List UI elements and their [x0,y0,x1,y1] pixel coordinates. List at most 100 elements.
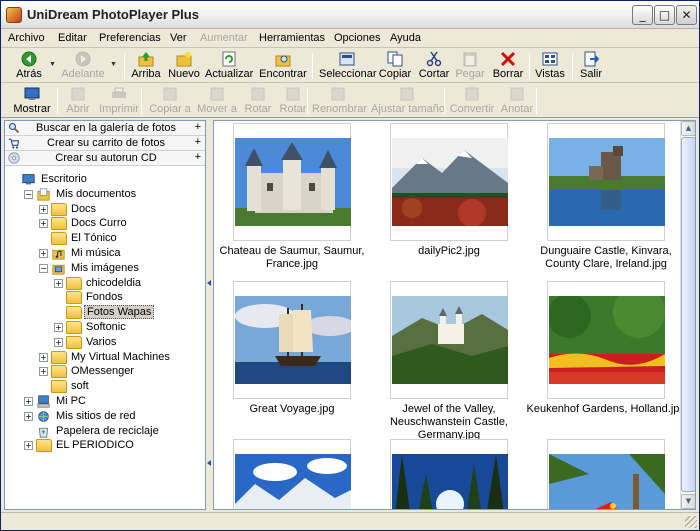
tree-node-mi-pc[interactable]: + Mi PC [5,394,205,409]
photo-thumbnail[interactable] [390,439,508,509]
renombrar-button[interactable]: Renombrar [312,85,367,117]
photo-caption[interactable]: Jewel of the Valley, Neuschwanstein Cast… [369,403,529,442]
minimize-button[interactable]: _ [632,5,653,25]
mostrar-button[interactable]: Mostrar [9,85,55,117]
photo-caption[interactable]: dailyPic2.jpg [369,245,529,258]
anotar-button[interactable]: Anotar [499,85,535,117]
expand-plus-icon[interactable]: + [195,136,201,148]
menu-herramientas[interactable]: Herramientas [259,32,325,44]
title-bar[interactable]: UniDream PhotoPlayer Plus _ □ ✕ [1,1,699,29]
tree-node-docs[interactable]: + Docs [5,202,205,217]
mover-a-button[interactable]: Mover a [196,85,238,117]
pegar-button[interactable]: Pegar [454,50,486,82]
photo-thumbnail[interactable] [547,123,665,241]
dropdown-arrow-icon[interactable]: ▼ [110,61,117,68]
photo-caption[interactable]: Dunguaire Castle, Kinvara, County Clare,… [526,245,686,271]
pane-splitter[interactable] [206,120,212,510]
close-button[interactable]: ✕ [676,5,697,25]
expand-icon[interactable]: + [39,249,48,258]
borrar-button[interactable]: Borrar [491,50,525,82]
expand-icon[interactable]: + [54,278,63,288]
expand-icon[interactable]: + [39,219,48,229]
photo-thumbnail[interactable] [233,439,351,509]
expand-icon[interactable]: + [24,397,33,406]
collapse-left-arrow-icon[interactable] [207,280,211,286]
tree-node-mis-documentos[interactable]: − Mis documentos [5,187,205,202]
photo-thumbnail[interactable] [547,281,665,399]
tree-node-mis-sitios-de-red[interactable]: + Mis sitios de red [5,409,205,424]
convertir-button[interactable]: Convertir [449,85,495,117]
actualizar-button[interactable]: Actualizar [205,50,253,82]
arriba-button[interactable]: Arriba [129,50,163,82]
menu-editar[interactable]: Editar [58,32,87,44]
vistas-button[interactable]: Vistas [534,50,566,82]
tree-node-fotos-wapas[interactable]: Fotos Wapas [5,305,205,320]
scroll-up-button[interactable]: ▲ [681,121,695,136]
menu-ayuda[interactable]: Ayuda [390,32,421,44]
tree-node-softonic[interactable]: + Softonic [5,320,205,335]
expand-icon[interactable]: + [39,352,48,362]
menu-aumentar[interactable]: Aumentar [200,32,248,44]
expand-icon[interactable]: + [54,337,63,347]
dropdown-arrow-icon[interactable]: ▼ [49,61,56,68]
salir-button[interactable]: Salir [577,50,605,82]
photo-caption[interactable]: Chateau de Saumur, Saumur, France.jpg [214,245,372,271]
tree-node-docs-curro[interactable]: + Docs Curro [5,216,205,231]
collapse-left-arrow-icon[interactable] [207,460,211,466]
adelante-button[interactable]: Adelante [59,50,107,82]
photo-thumbnail[interactable] [233,281,351,399]
imprimir-button[interactable]: Imprimir [99,85,139,117]
scrollbar-thumb[interactable] [681,137,695,492]
tree-node-el-periodico[interactable]: + EL PERIODICO [5,438,205,453]
copiar-button[interactable]: Copiar [378,50,412,82]
tree-node-mi-música[interactable]: + Mi música [5,246,205,261]
action-cart[interactable]: Crear su carrito de fotos + [5,136,205,151]
action-cd[interactable]: Crear su autorun CD + [5,151,205,166]
ajustar-tamaño-button[interactable]: Ajustar tamaño [371,85,445,117]
tree-node-papelera-de-reciclaje[interactable]: Papelera de reciclaje [5,424,205,439]
photo-thumbnail[interactable] [390,123,508,241]
expand-icon[interactable]: + [24,441,33,451]
menu-archivo[interactable]: Archivo [8,32,45,44]
vertical-scrollbar[interactable]: ▲ ▼ [680,121,695,509]
menu-opciones[interactable]: Opciones [334,32,380,44]
menu-preferencias[interactable]: Preferencias [99,32,161,44]
scroll-down-button[interactable]: ▼ [681,494,695,509]
photo-caption[interactable]: Keukenhof Gardens, Holland.jpg [526,403,686,416]
expand-icon[interactable]: + [39,204,48,214]
photo-thumbnail[interactable] [547,439,665,509]
expand-icon[interactable]: + [54,323,63,332]
tree-node-escritorio[interactable]: Escritorio [5,172,205,187]
tree-node-omessenger[interactable]: + OMessenger [5,364,205,379]
tree-node-soft[interactable]: soft [5,379,205,394]
encontrar-button[interactable]: Encontrar [258,50,308,82]
collapse-icon[interactable]: − [39,263,48,273]
tree-node-el-tónico[interactable]: El Tónico [5,231,205,246]
expand-icon[interactable]: + [39,367,48,377]
seleccionar-button[interactable]: Seleccionar [319,50,376,82]
tree-node-chicodeldia[interactable]: + chicodeldia [5,276,205,291]
photo-caption[interactable]: Great Voyage.jpg [214,403,372,416]
resize-grip-icon[interactable] [685,516,697,528]
atrás-button[interactable]: Atrás [9,50,49,82]
abrir-button[interactable]: Abrir [64,85,92,117]
tree-node-my-virtual-machines[interactable]: + My Virtual Machines [5,350,205,365]
action-search[interactable]: Buscar en la galería de fotos + [5,121,205,136]
maximize-button[interactable]: □ [654,5,675,25]
tree-node-varios[interactable]: + Varios [5,335,205,350]
photo-thumbnail[interactable] [390,281,508,399]
app-logo-icon[interactable] [6,7,22,23]
expand-plus-icon[interactable]: + [195,151,201,163]
rotar-button[interactable]: Rotar [278,85,308,117]
menu-ver[interactable]: Ver [170,32,187,44]
copiar-a-button[interactable]: Copiar a [148,85,192,117]
tree-node-mis-imágenes[interactable]: − Mis imágenes [5,261,205,276]
cortar-button[interactable]: Cortar [417,50,451,82]
collapse-icon[interactable]: − [24,189,33,199]
rotar-button[interactable]: Rotar [243,85,273,117]
nuevo-button[interactable]: Nuevo [166,50,202,82]
tree-node-fondos[interactable]: Fondos [5,290,205,305]
expand-icon[interactable]: + [24,411,33,421]
photo-thumbnail[interactable] [233,123,351,241]
expand-plus-icon[interactable]: + [195,121,201,133]
